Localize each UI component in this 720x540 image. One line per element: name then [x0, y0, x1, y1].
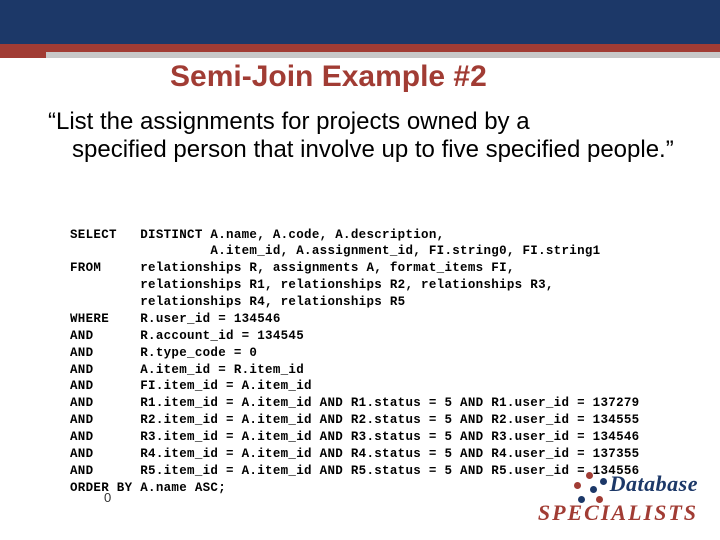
sql-block: SELECT DISTINCT A.name, A.code, A.descri…	[70, 227, 640, 497]
page-number: 0	[104, 490, 111, 505]
top-red-bar	[0, 44, 720, 52]
top-banner	[0, 0, 720, 44]
logo-text-bottom: SPECIALISTS	[538, 500, 698, 526]
slide-description: “List the assignments for projects owned…	[48, 108, 678, 165]
top-shadow	[0, 52, 720, 58]
quote-line2: specified person that involve up to five…	[72, 136, 678, 164]
logo-text-top: Database	[610, 471, 698, 496]
logo-icon	[572, 470, 606, 504]
slide: Semi-Join Example #2 “List the assignmen…	[0, 0, 720, 540]
slide-title: Semi-Join Example #2	[170, 60, 487, 94]
company-logo: Database SPECIALISTS	[538, 470, 698, 526]
top-left-notch	[0, 52, 46, 58]
quote-line1: “List the assignments for projects owned…	[48, 108, 530, 135]
